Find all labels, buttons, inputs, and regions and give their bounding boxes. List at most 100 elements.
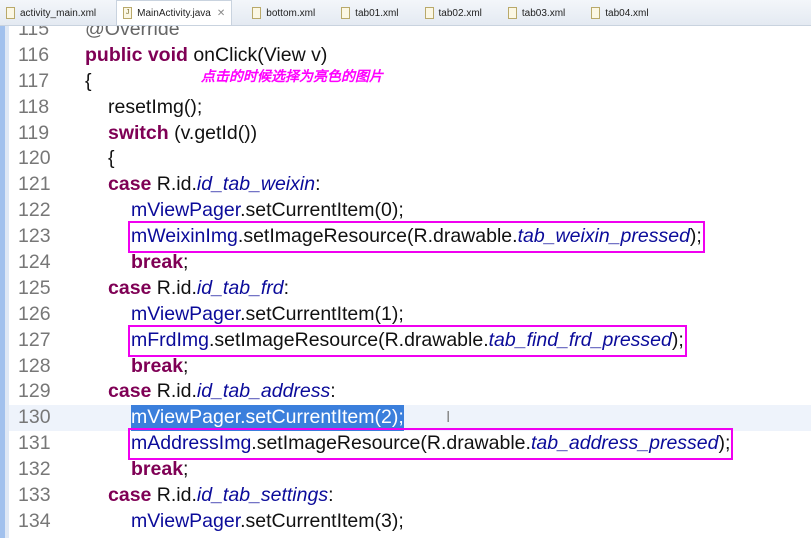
- line-number: 123: [18, 225, 51, 248]
- token-plain: .setCurrentItem(1);: [240, 302, 404, 325]
- code-line[interactable]: 119 switch (v.getId()): [0, 121, 811, 147]
- highlighted-code: mWeixinImg.setImageResource(R.drawable.t…: [128, 221, 705, 254]
- token-plain: resetImg();: [108, 95, 203, 118]
- token-plain: );: [689, 225, 702, 248]
- code-line[interactable]: 121 case R.id.id_tab_weixin:: [0, 172, 811, 198]
- xml-file-icon: [6, 7, 15, 19]
- tab-tab04-xml[interactable]: tab04.xml: [585, 1, 654, 25]
- tab-tab02-xml[interactable]: tab02.xml: [419, 1, 488, 25]
- line-number: 117: [18, 69, 50, 92]
- code-line[interactable]: 122 mViewPager.setCurrentItem(0);: [0, 198, 811, 224]
- token-plain: );: [671, 328, 684, 351]
- token-static: tab_weixin_pressed: [517, 225, 690, 248]
- editor-tab-bar: activity_main.xml J MainActivity.java ✕ bott…: [0, 0, 811, 26]
- token-plain: :: [328, 484, 334, 507]
- line-number: 126: [18, 302, 51, 325]
- code-text: case R.id.id_tab_frd:: [108, 276, 289, 302]
- tab-activity_main-xml[interactable]: activity_main.xml: [0, 1, 102, 25]
- line-number: 128: [18, 354, 51, 377]
- token-kw: switch: [108, 121, 169, 144]
- token-plain: .setCurrentItem(0);: [240, 199, 404, 222]
- xml-file-icon: [424, 7, 434, 19]
- java-file-icon: J: [123, 7, 133, 19]
- line-number: 119: [18, 121, 50, 144]
- line-number: 121: [18, 173, 51, 196]
- token-field: mViewPager: [131, 406, 241, 429]
- tab-label: activity_main.xml: [20, 7, 97, 19]
- token-field: mWeixinImg: [131, 225, 238, 248]
- token-plain: R.id.: [151, 484, 197, 507]
- token-static: id_tab_address: [196, 380, 331, 403]
- tab-label: tab03.xml: [521, 7, 566, 19]
- code-line[interactable]: 125 case R.id.id_tab_frd:: [0, 276, 811, 302]
- token-kw: break: [131, 458, 184, 481]
- tab-bottom-xml[interactable]: bottom.xml: [246, 1, 321, 25]
- line-number: 120: [18, 147, 51, 170]
- token-field: mAddressImg: [131, 432, 252, 455]
- code-line[interactable]: 120 {: [0, 146, 811, 172]
- code-text: public void onClick(View v): [85, 43, 327, 69]
- line-number: 124: [18, 251, 51, 274]
- tab-mainactivity-java[interactable]: J MainActivity.java ✕: [116, 0, 233, 25]
- line-number: 129: [18, 380, 51, 403]
- code-line[interactable]: 130 mViewPager.setCurrentItem(2); I: [0, 405, 811, 432]
- token-kw: case: [108, 276, 152, 299]
- token-plain: {: [108, 147, 115, 170]
- token-kw: break: [131, 251, 184, 274]
- code-line[interactable]: 124 break;: [0, 250, 811, 276]
- xml-file-icon: [507, 7, 517, 19]
- code-text: {: [85, 69, 92, 95]
- highlighted-code: mAddressImg.setImageResource(R.drawable.…: [127, 428, 734, 461]
- code-line[interactable]: 116 public void onClick(View v): [0, 43, 811, 69]
- token-kw: case: [108, 484, 152, 507]
- code-line[interactable]: 128 break;: [0, 354, 811, 380]
- code-line[interactable]: 117 {: [0, 69, 811, 95]
- code-text: mViewPager.setCurrentItem(0);: [131, 198, 404, 224]
- selected-code: mViewPager.setCurrentItem(2);: [131, 405, 404, 432]
- code-line[interactable]: 127 mFrdImg.setImageResource(R.drawable.t…: [0, 324, 811, 357]
- code-text: mViewPager.setCurrentItem(1);: [131, 302, 404, 328]
- line-number: 125: [18, 276, 51, 299]
- tab-tab01-xml[interactable]: tab01.xml: [335, 1, 404, 25]
- line-number: 134: [18, 509, 51, 532]
- tab-label: tab04.xml: [605, 7, 649, 19]
- code-line[interactable]: 123 mWeixinImg.setImageResource(R.drawabl…: [0, 221, 811, 254]
- line-number: 133: [18, 484, 51, 507]
- token-plain: {: [85, 69, 92, 92]
- token-kw: break: [131, 354, 184, 377]
- tab-label: tab01.xml: [355, 7, 399, 19]
- line-number: 131: [18, 432, 51, 455]
- change-marker: [0, 26, 5, 538]
- code-line[interactable]: 133 case R.id.id_tab_settings:: [0, 483, 811, 509]
- code-text: case R.id.id_tab_settings:: [108, 483, 334, 509]
- tab-label: bottom.xml: [266, 7, 316, 19]
- token-plain: :: [330, 380, 336, 403]
- tab-tab03-xml[interactable]: tab03.xml: [502, 1, 571, 25]
- token-static: id_tab_settings: [196, 484, 329, 507]
- code-text: break;: [131, 457, 188, 483]
- xml-file-icon: [341, 7, 351, 19]
- line-number: 127: [18, 328, 51, 351]
- line-number: 122: [18, 199, 51, 222]
- token-field: mViewPager: [131, 199, 241, 222]
- code-line[interactable]: 126 mViewPager.setCurrentItem(1);: [0, 302, 811, 328]
- code-line[interactable]: 132 break;: [0, 457, 811, 483]
- code-text: break;: [131, 354, 188, 380]
- code-line[interactable]: 129 case R.id.id_tab_address:: [0, 379, 811, 405]
- token-static: tab_address_pressed: [530, 432, 719, 455]
- tab-label: MainActivity.java: [137, 7, 211, 19]
- code-text: case R.id.id_tab_address:: [108, 379, 336, 405]
- token-plain: .setImageResource(R.drawable.: [251, 432, 531, 455]
- token-plain: .setCurrentItem(2);: [240, 406, 404, 429]
- code-text: break;: [131, 250, 188, 276]
- close-icon[interactable]: ✕: [217, 8, 225, 19]
- code-line[interactable]: 118 resetImg();: [0, 95, 811, 121]
- token-kw: case: [108, 173, 152, 196]
- code-line[interactable]: 134 mViewPager.setCurrentItem(3);: [0, 509, 811, 535]
- token-field: mFrdImg: [131, 328, 209, 351]
- code-editor[interactable]: 115 @Override 116 public void onClick(View …: [0, 17, 811, 535]
- token-field: mViewPager: [131, 509, 241, 532]
- token-plain: :: [315, 173, 321, 196]
- code-text: switch (v.getId()): [108, 121, 257, 147]
- code-line[interactable]: 131 mAddressImg.setImageResource(R.drawab…: [0, 428, 811, 461]
